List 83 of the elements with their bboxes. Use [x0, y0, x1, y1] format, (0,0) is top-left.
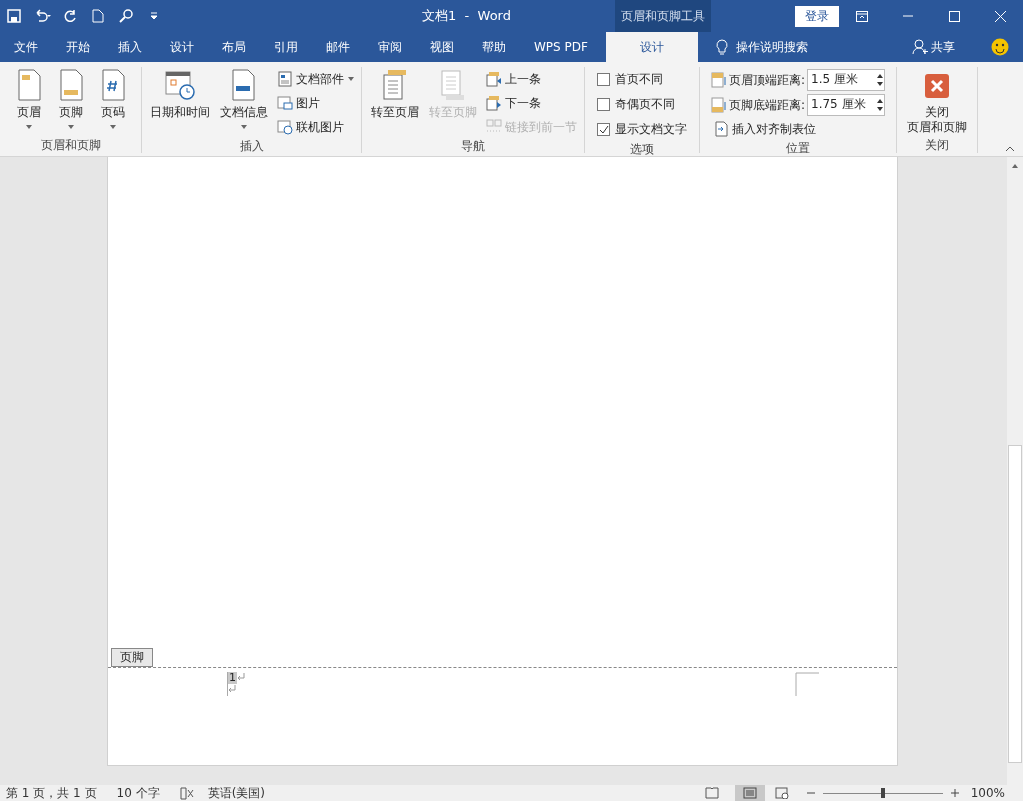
- group-label: 关闭: [924, 137, 950, 153]
- read-mode-icon[interactable]: [704, 787, 719, 799]
- word-count: 10 个字: [116, 785, 160, 801]
- ribbon-button[interactable]: 上一条: [483, 68, 579, 90]
- next-icon[interactable]: [485, 95, 502, 111]
- paragraph-mark-icon: [237, 672, 245, 682]
- ribbon-button[interactable]: 联机图片: [274, 116, 357, 138]
- login-button[interactable]: 登录: [795, 5, 839, 27]
- smiley-icon[interactable]: [991, 38, 1009, 56]
- scrollbar-thumb[interactable]: [1008, 445, 1022, 763]
- group-label: 页眉和页脚: [39, 137, 102, 153]
- document-parts-icon[interactable]: [276, 71, 293, 87]
- ribbon-tab[interactable]: 设计: [605, 32, 698, 62]
- zoom-in-icon[interactable]: [950, 789, 959, 797]
- collapse-ribbon-icon[interactable]: [1005, 146, 1015, 152]
- ribbon-button[interactable]: 文档信息: [216, 67, 271, 138]
- lightbulb-icon: [715, 39, 728, 55]
- contextual-tab-label: 页眉和页脚工具: [615, 0, 711, 32]
- ribbon-button[interactable]: 页码: [93, 67, 132, 137]
- caret-icon[interactable]: [346, 76, 355, 82]
- ribbon-button[interactable]: 下一条: [483, 92, 579, 114]
- caret-icon[interactable]: [66, 124, 75, 130]
- ribbon-tab[interactable]: 邮件: [312, 32, 364, 62]
- ribbon-tab[interactable]: 帮助: [468, 32, 520, 62]
- header-distance-icon: [710, 71, 727, 88]
- ribbon-button[interactable]: 转至页眉: [367, 67, 422, 138]
- ribbon-tab[interactable]: 视图: [416, 32, 468, 62]
- ribbon-tab[interactable]: 布局: [208, 32, 260, 62]
- print-layout-icon: [742, 787, 757, 799]
- zoom-slider[interactable]: [822, 787, 943, 799]
- ribbon-tab[interactable]: 引用: [260, 32, 312, 62]
- scroll-up-icon[interactable]: [1011, 163, 1019, 169]
- previous-icon[interactable]: [485, 71, 502, 87]
- picture-icon[interactable]: [276, 95, 293, 111]
- field-label: 页脚底端距离:: [728, 96, 805, 113]
- tell-me-search[interactable]: 操作说明搜索: [709, 32, 814, 62]
- group-label: 位置: [785, 140, 811, 156]
- ribbon-tab[interactable]: 审阅: [364, 32, 416, 62]
- checkbox[interactable]: 显示文档文字: [597, 118, 687, 141]
- spin-field[interactable]: 1.75 厘米: [807, 93, 885, 116]
- close-header-footer-button[interactable]: 关闭 页眉和页脚: [904, 67, 970, 137]
- group-label: 导航: [460, 138, 486, 154]
- tab-stop-icon[interactable]: [712, 121, 729, 137]
- ribbon-tab[interactable]: 插入: [104, 32, 156, 62]
- page-number: 1: [228, 672, 237, 684]
- caret-icon[interactable]: [24, 124, 33, 130]
- ribbon-button[interactable]: 页眉: [9, 67, 48, 137]
- vertical-scrollbar[interactable]: [1007, 157, 1023, 785]
- language-status[interactable]: 英语(美国): [207, 785, 265, 801]
- zoom-percent[interactable]: 100%: [970, 785, 1005, 801]
- spin-field[interactable]: 1.5 厘米: [807, 68, 885, 91]
- group-label: 选项: [629, 141, 655, 157]
- caret-icon[interactable]: [239, 124, 248, 130]
- page-count: 第 1 页，共 1 页: [6, 785, 97, 801]
- paragraph-mark-icon: [228, 684, 236, 694]
- ribbon-tab[interactable]: 设计: [156, 32, 208, 62]
- window-title: 文档1 - Word: [421, 7, 512, 25]
- caret-icon[interactable]: [108, 124, 117, 130]
- ribbon-button[interactable]: 文档部件: [274, 68, 357, 90]
- ribbon-tab[interactable]: 文件: [0, 32, 52, 62]
- ribbon-tab[interactable]: 开始: [52, 32, 104, 62]
- print-layout-button[interactable]: [734, 785, 765, 801]
- footer-distance-icon: [710, 96, 727, 113]
- close-icon[interactable]: [924, 73, 950, 99]
- calendar-clock-icon[interactable]: [163, 69, 196, 101]
- group-label: 插入: [238, 138, 265, 154]
- ribbon-button[interactable]: 插入对齐制表位: [710, 118, 885, 140]
- zoom-slider-thumb[interactable]: [880, 788, 885, 798]
- checkmark-icon: [598, 124, 609, 135]
- margin-corner-icon: [795, 672, 819, 696]
- ribbon-button[interactable]: 日期和时间: [146, 67, 213, 138]
- field-label: 页眉顶端距离:: [728, 71, 805, 88]
- ribbon-button[interactable]: 图片: [274, 92, 357, 114]
- online-picture-icon[interactable]: [276, 119, 293, 135]
- web-layout-icon[interactable]: [774, 787, 789, 799]
- ribbon-tab[interactable]: WPS PDF: [520, 32, 602, 62]
- proofing-icon[interactable]: [179, 786, 194, 800]
- share-button[interactable]: 共享: [906, 32, 961, 62]
- ribbon-button[interactable]: 页脚: [51, 67, 90, 137]
- footer-tag: 页脚: [111, 648, 153, 667]
- checkbox[interactable]: 奇偶页不同: [597, 93, 687, 116]
- checkbox[interactable]: 首页不同: [597, 68, 687, 91]
- person-icon: [912, 39, 928, 55]
